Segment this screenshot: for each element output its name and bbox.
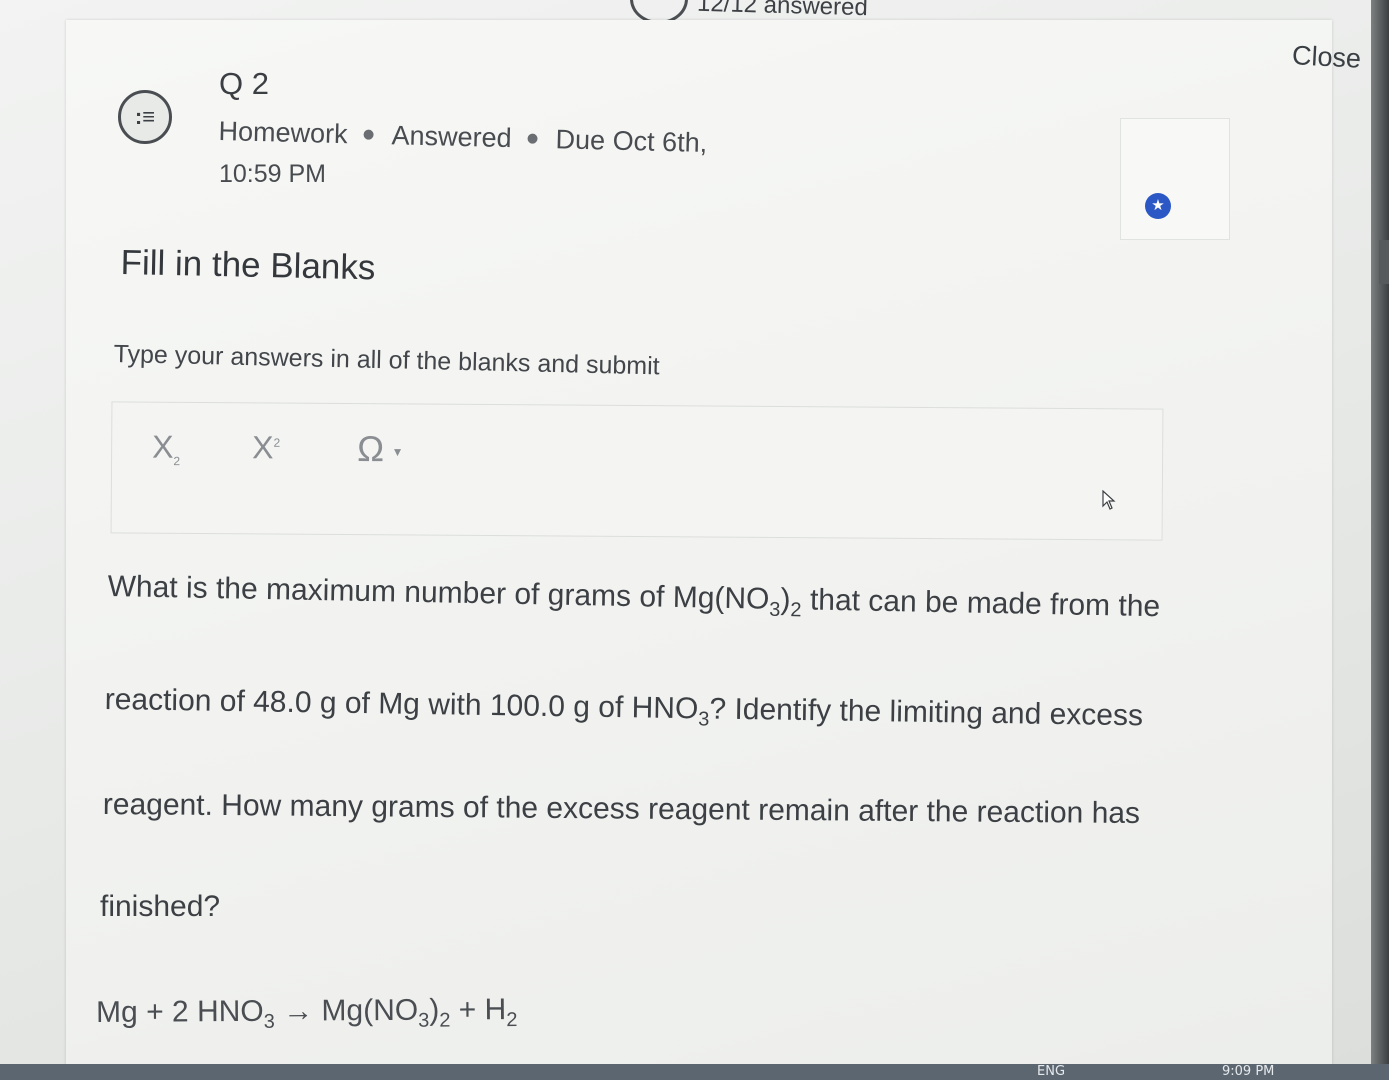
equation-subscript: 2 <box>439 1009 451 1032</box>
superscript-button[interactable]: X2 <box>252 429 280 466</box>
text-subscript: 3 <box>769 598 781 621</box>
text-segment: that can be made from the <box>801 583 1161 624</box>
subscript-label: X <box>152 428 174 465</box>
scrollbar-thumb[interactable] <box>1379 240 1389 284</box>
equation-subscript: 2 <box>506 1009 518 1032</box>
due-label: Due Oct 6th, <box>555 124 708 158</box>
star-icon[interactable]: ★ <box>1145 193 1171 219</box>
text-segment: ) <box>780 582 791 617</box>
subscript-button[interactable]: X2 <box>152 429 180 469</box>
separator-dot <box>527 133 538 144</box>
omega-icon: Ω <box>357 428 385 470</box>
section-title: Fill in the Blanks <box>120 243 376 288</box>
separator-dot <box>363 129 374 140</box>
answer-editor[interactable]: X2 X2 Ω ▾ <box>110 401 1164 541</box>
reaction-arrow: → <box>274 994 322 1028</box>
clock[interactable]: 9:09 PM <box>1222 1064 1274 1079</box>
mouse-cursor-icon <box>1102 490 1116 510</box>
question-text-line: finished? <box>100 890 221 923</box>
question-type: Homework <box>218 116 348 150</box>
scrollbar[interactable] <box>1371 0 1389 1080</box>
equation-subscript: 3 <box>418 1009 430 1032</box>
special-character-button[interactable]: Ω ▾ <box>357 428 401 470</box>
due-time: 10:59 PM <box>219 160 327 188</box>
list-bubble-icon: :≡ <box>118 90 172 144</box>
superscript-label: X <box>252 429 274 466</box>
text-segment: ? Identify the limiting and excess <box>709 692 1144 733</box>
question-status: Answered <box>391 120 513 154</box>
superscript-mark: 2 <box>273 435 281 450</box>
side-panel <box>1120 118 1230 240</box>
chevron-down-icon: ▾ <box>394 443 402 460</box>
equation-subscript: 3 <box>263 1010 275 1033</box>
language-indicator[interactable]: ENG <box>1037 1064 1065 1079</box>
answered-count: 12/12 answered <box>696 0 869 22</box>
chemical-equation: Mg + 2 HNO3 → Mg(NO3)2 + H2 <box>96 993 518 1035</box>
taskbar: ENG 9:09 PM <box>0 1064 1389 1080</box>
subscript-mark: 2 <box>173 454 181 469</box>
equation-segment: Mg(NO <box>321 993 419 1028</box>
text-subscript: 3 <box>698 708 710 731</box>
question-number: Q 2 <box>219 66 269 101</box>
equation-segment: Mg + 2 HNO <box>96 994 264 1029</box>
text-subscript: 2 <box>790 599 802 622</box>
close-button[interactable]: Close <box>1291 40 1362 75</box>
equation-segment: ) <box>429 993 440 1027</box>
equation-segment: + H <box>450 993 507 1027</box>
